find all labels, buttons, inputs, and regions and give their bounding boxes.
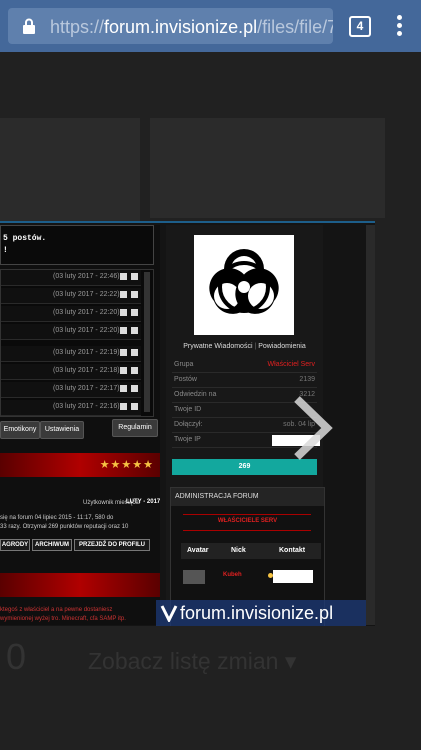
emoticons-button[interactable]: Emotikony (0, 421, 40, 439)
url-text: https://forum.invisionize.pl/files/file/… (50, 17, 333, 37)
biohazard-avatar (194, 235, 294, 335)
list-item: (03 luty 2017 - 22:19) (1, 346, 141, 362)
url-field[interactable]: https://forum.invisionize.pl/files/file/… (8, 8, 333, 44)
list-item: (03 luty 2017 - 22:16) (1, 400, 141, 416)
edit-icon[interactable] (120, 309, 127, 316)
edit-icon[interactable] (120, 367, 127, 374)
gear-icon[interactable] (131, 349, 138, 356)
edit-icon[interactable] (120, 273, 127, 280)
tab-switcher-button[interactable]: 4 (349, 16, 371, 37)
gear-icon[interactable] (131, 367, 138, 374)
list-item: (03 luty 2017 - 22:20) (1, 324, 141, 340)
shoutbox-column: 5 postów. ! (03 luty 2017 - 22:46) (03 l… (0, 225, 160, 625)
list-item: (03 luty 2017 - 22:18) (1, 364, 141, 380)
tab-go-to-profile[interactable]: PRZEJDŹ DO PROFILU (74, 539, 150, 551)
stat-row: Postów 2139 (172, 374, 317, 388)
notice-box: 5 postów. ! (0, 225, 154, 265)
tab-archive[interactable]: ARCHIWUM (32, 539, 72, 551)
admin-avatar (183, 570, 205, 584)
edit-icon[interactable] (120, 327, 127, 334)
gear-icon[interactable] (131, 273, 138, 280)
browser-toolbar: https://forum.invisionize.pl/files/file/… (0, 0, 421, 52)
edit-icon[interactable] (120, 385, 127, 392)
counter-number: 0 (6, 636, 27, 677)
settings-button[interactable]: Ustawienia (40, 421, 84, 439)
rules-button[interactable]: Regulamin (112, 419, 158, 437)
notifications-link[interactable]: Powiadomienia (258, 343, 305, 350)
admin-group-label: WŁAŚCICIELE SERV (217, 518, 278, 524)
edit-icon[interactable] (120, 403, 127, 410)
invisionize-logo-icon (160, 605, 178, 622)
page-background-panel (150, 118, 385, 218)
next-image-chevron-icon[interactable] (289, 393, 335, 463)
list-scrollbar[interactable] (144, 272, 150, 412)
rating-bar: ★★★★★ (0, 453, 160, 477)
gear-icon[interactable] (131, 385, 138, 392)
admin-nick[interactable]: Kubeh (223, 572, 242, 578)
profile-links: Prywatne Wiadomości | Powiadomienia (183, 343, 306, 350)
changelog-link[interactable]: Zobacz listę zmian ▾ (88, 648, 296, 675)
tab-awards[interactable]: AGRODY (0, 539, 30, 551)
gear-icon[interactable] (131, 403, 138, 410)
list-item: (03 luty 2017 - 22:46) (1, 270, 141, 286)
forum-watermark: forum.invisionize.pl (156, 600, 366, 626)
gear-icon[interactable] (131, 327, 138, 334)
edit-icon[interactable] (120, 291, 127, 298)
message-list: (03 luty 2017 - 22:46) (03 luty 2017 - 2… (0, 269, 154, 417)
page-scrollbar[interactable] (366, 225, 375, 625)
list-item: (03 luty 2017 - 22:17) (1, 382, 141, 398)
biohazard-icon (209, 249, 279, 314)
admin-header: ADMINISTRACJA FORUM (171, 488, 324, 506)
edit-icon[interactable] (120, 349, 127, 356)
private-messages-link[interactable]: Prywatne Wiadomości (183, 343, 252, 350)
gear-icon[interactable] (131, 291, 138, 298)
list-item: (03 luty 2017 - 22:22) (1, 288, 141, 304)
star-rating-icon: ★★★★★ (99, 459, 154, 471)
list-item: (03 luty 2017 - 22:20) (1, 306, 141, 322)
gear-icon[interactable] (131, 309, 138, 316)
stat-row: Grupa Właściciel Serv (172, 359, 317, 373)
overflow-menu-icon[interactable] (397, 15, 403, 37)
lock-icon (23, 18, 35, 34)
red-banner (0, 573, 160, 597)
